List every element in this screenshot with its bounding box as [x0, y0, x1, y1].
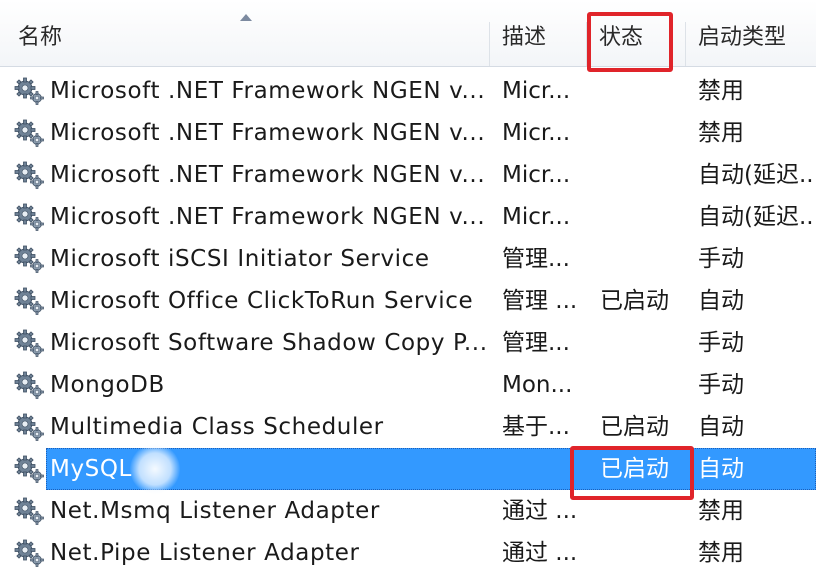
service-status — [600, 238, 684, 280]
service-row[interactable]: Net.Pipe Listener Adapter 通过 ... 禁用 — [0, 532, 816, 574]
service-startup-type: 手动 — [698, 330, 744, 356]
service-name: Microsoft .NET Framework NGEN v... — [50, 78, 486, 104]
service-gear-icon — [13, 538, 45, 568]
service-status: 已启动 — [600, 414, 669, 440]
status-header-annotation-box — [587, 12, 673, 72]
service-row[interactable]: Microsoft .NET Framework NGEN v... Micr..… — [0, 112, 816, 154]
service-row[interactable]: Microsoft .NET Framework NGEN v... Micr..… — [0, 196, 816, 238]
column-header-startup-type[interactable]: 启动类型 — [686, 0, 816, 66]
service-startup-type: 禁用 — [698, 120, 744, 146]
service-startup-type: 手动 — [698, 246, 744, 272]
column-header-name[interactable]: 名称 — [6, 0, 490, 66]
service-description: Micr... — [502, 78, 571, 104]
service-startup-type: 自动(延迟... — [698, 204, 816, 230]
service-startup-type: 自动 — [698, 288, 744, 314]
service-name: Microsoft .NET Framework NGEN v... — [50, 162, 486, 188]
service-name: Net.Msmq Listener Adapter — [50, 498, 380, 524]
service-gear-icon — [13, 202, 45, 232]
service-startup-type: 手动 — [698, 372, 744, 398]
service-description: 通过 ... — [502, 540, 578, 566]
service-gear-icon — [13, 118, 45, 148]
service-startup-type: 自动 — [698, 414, 744, 440]
service-row[interactable]: Microsoft .NET Framework NGEN v... Micr..… — [0, 154, 816, 196]
service-description: Micr... — [502, 204, 571, 230]
service-startup-type: 自动(延迟... — [698, 162, 816, 188]
list-header: 名称 描述 状态 启动类型 — [0, 0, 816, 67]
service-name: MySQL — [50, 456, 132, 482]
service-description: 管理... — [502, 246, 570, 272]
service-status — [600, 112, 684, 154]
service-gear-icon — [13, 454, 45, 484]
service-gear-icon — [13, 412, 45, 442]
service-name: Microsoft Office ClickToRun Service — [50, 288, 474, 314]
service-status — [600, 532, 684, 574]
service-description: 管理... — [502, 330, 570, 356]
service-gear-icon — [13, 244, 45, 274]
services-list: 名称 描述 状态 启动类型 Microsoft .NET Framework N… — [0, 0, 816, 574]
service-name: Net.Pipe Listener Adapter — [50, 540, 360, 566]
service-startup-type: 自动 — [698, 456, 744, 482]
service-name: Microsoft Software Shadow Copy P... — [50, 330, 488, 356]
service-description: Micr... — [502, 120, 571, 146]
service-description: Mon... — [502, 372, 573, 398]
service-gear-icon — [13, 76, 45, 106]
service-startup-type: 禁用 — [698, 78, 744, 104]
service-gear-icon — [13, 328, 45, 358]
sort-ascending-icon — [240, 14, 252, 21]
service-gear-icon — [13, 370, 45, 400]
service-gear-icon — [13, 496, 45, 526]
service-row[interactable]: Microsoft Software Shadow Copy P... 管理...… — [0, 322, 816, 364]
service-status — [600, 364, 684, 406]
mysql-status-annotation-box — [570, 446, 694, 500]
column-header-description[interactable]: 描述 — [490, 0, 586, 66]
service-gear-icon — [13, 160, 45, 190]
service-row[interactable]: MongoDB Mon... 手动 — [0, 364, 816, 406]
service-status — [600, 154, 684, 196]
service-name: Multimedia Class Scheduler — [50, 414, 384, 440]
service-status — [600, 322, 684, 364]
service-row[interactable]: Microsoft Office ClickToRun Service 管理 ..… — [0, 280, 816, 322]
redaction-blur — [130, 444, 180, 494]
service-status: 已启动 — [600, 288, 669, 314]
service-row[interactable]: Microsoft .NET Framework NGEN v... Micr..… — [0, 70, 816, 112]
service-status — [600, 70, 684, 112]
service-name: Microsoft .NET Framework NGEN v... — [50, 120, 486, 146]
service-row[interactable]: Multimedia Class Scheduler 基于... 已启动 自动 — [0, 406, 816, 448]
service-name: Microsoft iSCSI Initiator Service — [50, 246, 430, 272]
service-row[interactable]: Microsoft iSCSI Initiator Service 管理... 手动 — [0, 238, 816, 280]
service-status — [600, 196, 684, 238]
service-name: Microsoft .NET Framework NGEN v... — [50, 204, 486, 230]
service-startup-type: 禁用 — [698, 540, 744, 566]
service-gear-icon — [13, 286, 45, 316]
service-name: MongoDB — [50, 372, 165, 398]
service-description: Micr... — [502, 162, 571, 188]
service-description: 管理 ... — [502, 288, 578, 314]
service-description: 基于... — [502, 414, 570, 440]
service-startup-type: 禁用 — [698, 498, 744, 524]
